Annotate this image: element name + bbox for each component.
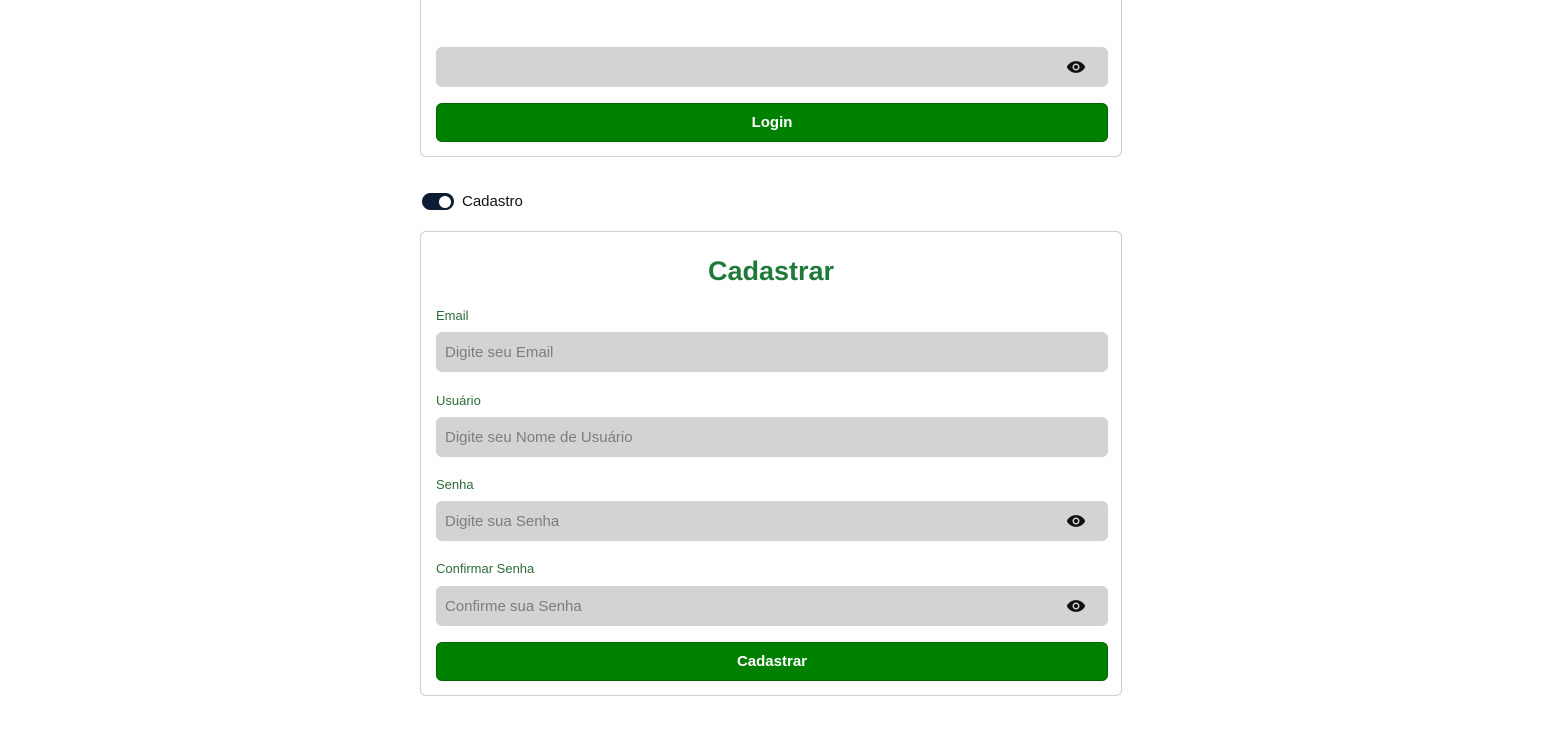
register-card: Cadastrar Email Usuário Senha Confirmar … bbox=[420, 231, 1122, 696]
login-password-input[interactable] bbox=[445, 47, 1099, 87]
password-field[interactable] bbox=[436, 501, 1108, 541]
eye-icon[interactable] bbox=[1066, 60, 1086, 74]
register-title: Cadastrar bbox=[707, 256, 835, 286]
password-label: Senha bbox=[436, 477, 474, 492]
confirm-password-field[interactable] bbox=[436, 586, 1108, 626]
page: Login Cadastro Cadastrar Email Usuário S… bbox=[0, 0, 1544, 742]
login-card: Login bbox=[420, 0, 1122, 157]
confirm-password-label: Confirmar Senha bbox=[436, 561, 535, 576]
email-field[interactable] bbox=[436, 332, 1108, 372]
login-button[interactable]: Login bbox=[436, 103, 1108, 142]
toggle-knob bbox=[439, 195, 451, 208]
register-toggle[interactable] bbox=[422, 193, 454, 210]
username-label: Usuário bbox=[436, 393, 481, 408]
toggle-label: Cadastro bbox=[462, 193, 523, 210]
confirm-password-input[interactable] bbox=[445, 586, 1099, 626]
email-label: Email bbox=[436, 308, 469, 323]
email-input[interactable] bbox=[445, 332, 1099, 372]
eye-icon[interactable] bbox=[1066, 514, 1086, 528]
password-input[interactable] bbox=[445, 501, 1099, 541]
username-input[interactable] bbox=[445, 417, 1099, 457]
eye-icon[interactable] bbox=[1066, 599, 1086, 613]
register-toggle-row: Cadastro bbox=[422, 193, 523, 210]
register-button[interactable]: Cadastrar bbox=[436, 642, 1108, 681]
username-field[interactable] bbox=[436, 417, 1108, 457]
login-password-field[interactable] bbox=[436, 47, 1108, 87]
